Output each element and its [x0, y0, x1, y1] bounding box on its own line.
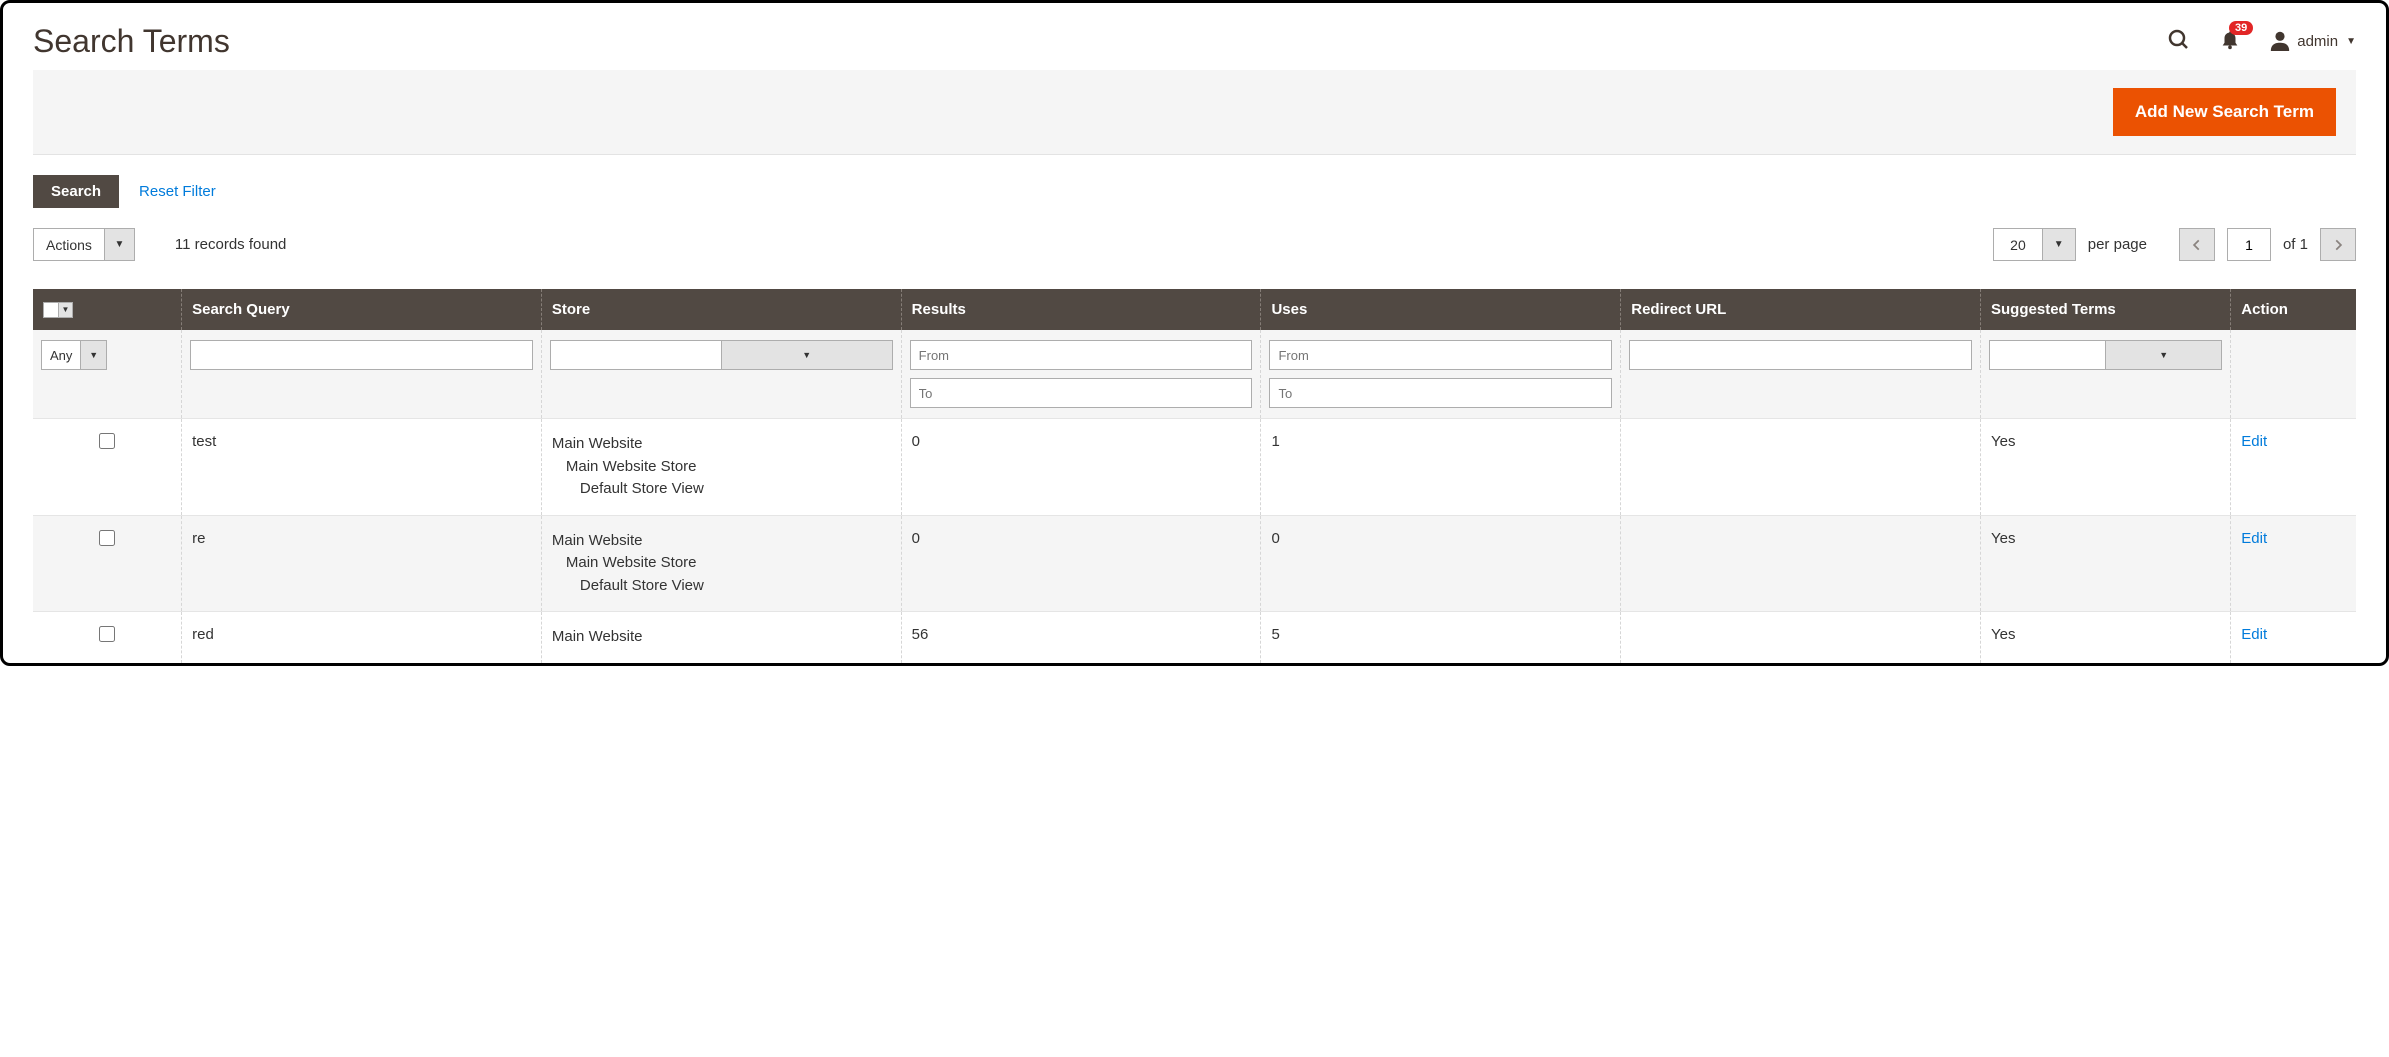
cell-results: 0	[901, 515, 1261, 612]
edit-link[interactable]: Edit	[2241, 626, 2267, 643]
chevron-down-icon: ▼	[104, 229, 134, 260]
edit-link[interactable]: Edit	[2241, 530, 2267, 547]
per-page-label: per page	[2088, 236, 2147, 253]
page-number-input[interactable]	[2227, 228, 2271, 261]
search-icon[interactable]	[2167, 28, 2191, 55]
table-row[interactable]: re Main Website Main Website Store Defau…	[33, 515, 2356, 612]
records-found-text: 11 records found	[175, 236, 286, 253]
col-header-action: Action	[2231, 289, 2356, 330]
search-terms-table: ▼ Search Query Store Results Uses Redire…	[33, 289, 2356, 663]
row-checkbox[interactable]	[99, 626, 115, 642]
filter-uses-to-input[interactable]	[1269, 378, 1612, 408]
cell-results: 0	[901, 419, 1261, 516]
filter-uses-from-input[interactable]	[1269, 340, 1612, 370]
cell-query: red	[182, 612, 542, 663]
chevron-down-icon: ▼	[2042, 229, 2075, 260]
mass-actions-label: Actions	[34, 237, 104, 253]
edit-link[interactable]: Edit	[2241, 433, 2267, 450]
next-page-button[interactable]	[2320, 228, 2356, 261]
prev-page-button[interactable]	[2179, 228, 2215, 261]
col-header-redirect-url[interactable]: Redirect URL	[1621, 289, 1981, 330]
cell-suggested: Yes	[1981, 419, 2231, 516]
col-header-store[interactable]: Store	[541, 289, 901, 330]
cell-store: Main Website	[541, 612, 901, 663]
cell-query: re	[182, 515, 542, 612]
bell-icon	[2219, 38, 2241, 54]
col-header-results[interactable]: Results	[901, 289, 1261, 330]
user-icon	[2269, 29, 2291, 55]
filter-search-query-input[interactable]	[190, 340, 533, 370]
cell-results: 56	[901, 612, 1261, 663]
account-name: admin	[2297, 33, 2338, 50]
chevron-down-icon: ▼	[2346, 36, 2356, 47]
reset-filter-link[interactable]: Reset Filter	[139, 183, 216, 200]
col-header-search-query[interactable]: Search Query	[182, 289, 542, 330]
col-header-checkbox: ▼	[33, 289, 182, 330]
page-of-text: of 1	[2283, 236, 2308, 253]
filter-results-from-input[interactable]	[910, 340, 1253, 370]
filter-suggested-select[interactable]: ▼	[1989, 340, 2222, 370]
row-checkbox[interactable]	[99, 530, 115, 546]
per-page-value: 20	[1994, 237, 2042, 253]
cell-redirect	[1621, 612, 1981, 663]
col-header-suggested[interactable]: Suggested Terms	[1981, 289, 2231, 330]
filter-redirect-input[interactable]	[1629, 340, 1972, 370]
per-page-select[interactable]: 20 ▼	[1993, 228, 2076, 261]
col-header-uses[interactable]: Uses	[1261, 289, 1621, 330]
cell-uses: 0	[1261, 515, 1621, 612]
filter-results-to-input[interactable]	[910, 378, 1253, 408]
page-title: Search Terms	[33, 23, 230, 60]
notification-badge: 39	[2229, 21, 2253, 35]
cell-store: Main Website Main Website Store Default …	[541, 515, 901, 612]
mass-actions-select[interactable]: Actions ▼	[33, 228, 135, 261]
cell-uses: 5	[1261, 612, 1621, 663]
filter-any-select[interactable]: Any▼	[41, 340, 107, 370]
search-button[interactable]: Search	[33, 175, 119, 208]
add-search-term-button[interactable]: Add New Search Term	[2113, 88, 2336, 136]
row-checkbox[interactable]	[99, 433, 115, 449]
account-menu[interactable]: admin ▼	[2269, 29, 2356, 55]
cell-redirect	[1621, 419, 1981, 516]
cell-uses: 1	[1261, 419, 1621, 516]
filter-row: Any▼ ▼	[33, 330, 2356, 419]
table-row[interactable]: red Main Website 56 5 Yes Edit	[33, 612, 2356, 663]
select-all-control[interactable]: ▼	[43, 302, 171, 318]
table-row[interactable]: test Main Website Main Website Store Def…	[33, 419, 2356, 516]
cell-query: test	[182, 419, 542, 516]
notifications-button[interactable]: 39	[2219, 29, 2241, 54]
cell-redirect	[1621, 515, 1981, 612]
cell-suggested: Yes	[1981, 612, 2231, 663]
filter-store-select[interactable]: ▼	[550, 340, 893, 370]
cell-suggested: Yes	[1981, 515, 2231, 612]
cell-store: Main Website Main Website Store Default …	[541, 419, 901, 516]
